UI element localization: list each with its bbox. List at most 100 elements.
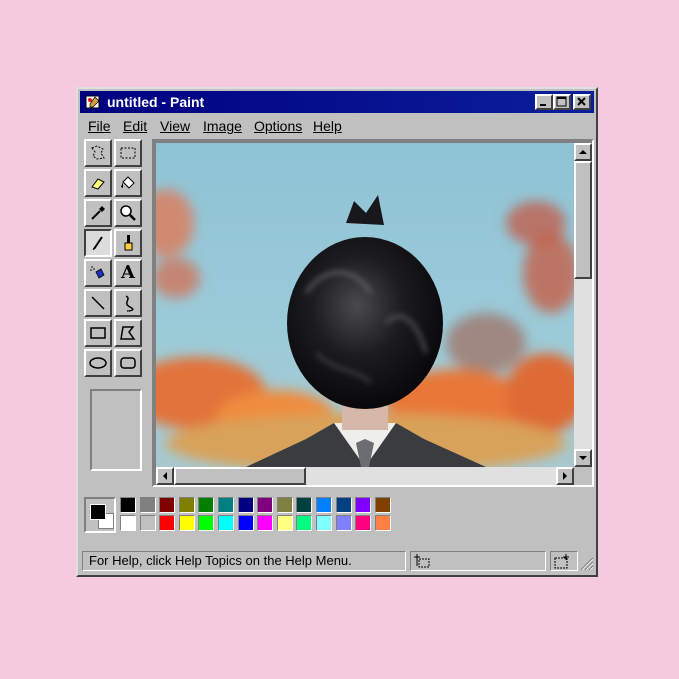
paint-window: untitled - Paint File Edit View Image Op… bbox=[76, 87, 598, 577]
palette-swatch[interactable] bbox=[335, 515, 352, 531]
arrow-left-icon bbox=[163, 472, 167, 480]
airbrush-icon bbox=[90, 266, 105, 279]
palette-swatch[interactable] bbox=[120, 515, 136, 531]
palette-swatch[interactable] bbox=[257, 497, 274, 513]
palette-swatch[interactable] bbox=[178, 497, 195, 513]
palette-swatch[interactable] bbox=[218, 515, 234, 531]
tool-rectangle[interactable] bbox=[84, 319, 112, 347]
menu-image[interactable]: Image bbox=[203, 118, 242, 134]
palette-swatch[interactable] bbox=[276, 497, 293, 513]
palette-swatch[interactable] bbox=[159, 515, 176, 531]
scroll-left-button[interactable] bbox=[156, 467, 174, 485]
brush-icon bbox=[124, 235, 133, 251]
magnifier-icon bbox=[120, 205, 136, 221]
palette-swatch[interactable] bbox=[198, 515, 215, 531]
arrow-up-icon bbox=[579, 150, 587, 154]
menu-bar: File Edit View Image Options Help bbox=[82, 115, 592, 137]
canvas-area bbox=[152, 139, 594, 487]
palette-swatch[interactable] bbox=[237, 497, 254, 513]
tool-text[interactable]: A bbox=[114, 259, 142, 287]
palette-swatch[interactable] bbox=[296, 515, 313, 531]
palette-swatch[interactable] bbox=[276, 515, 293, 531]
foreground-color-swatch[interactable] bbox=[90, 504, 106, 520]
tool-rectangle-select[interactable] bbox=[114, 139, 142, 167]
menu-edit[interactable]: Edit bbox=[123, 118, 147, 134]
tool-polygon[interactable] bbox=[114, 319, 142, 347]
tool-free-form-select[interactable] bbox=[84, 139, 112, 167]
title-bar[interactable]: untitled - Paint bbox=[80, 91, 594, 113]
tool-magnifier[interactable] bbox=[114, 199, 142, 227]
palette-swatch[interactable] bbox=[139, 515, 156, 531]
tool-ellipse[interactable] bbox=[84, 349, 112, 377]
scroll-corner bbox=[574, 467, 592, 485]
menu-file[interactable]: File bbox=[88, 118, 111, 134]
eraser-icon bbox=[91, 178, 105, 190]
tool-color-picker[interactable] bbox=[84, 199, 112, 227]
palette-swatch[interactable] bbox=[237, 515, 254, 531]
status-position-pane bbox=[410, 551, 546, 571]
palette-swatch[interactable] bbox=[159, 497, 176, 513]
drawing-canvas[interactable] bbox=[156, 143, 574, 467]
paint-app-icon bbox=[85, 95, 100, 109]
vertical-scroll-thumb[interactable] bbox=[574, 161, 592, 279]
line-icon bbox=[91, 296, 105, 310]
palette-swatch[interactable] bbox=[374, 497, 391, 513]
cursor-position-icon bbox=[414, 554, 430, 568]
palette-swatch[interactable] bbox=[178, 515, 195, 531]
tool-pencil[interactable] bbox=[84, 229, 112, 257]
polygon-icon bbox=[120, 326, 136, 340]
minimize-icon bbox=[540, 104, 546, 106]
status-bar: For Help, click Help Topics on the Help … bbox=[80, 549, 594, 573]
scroll-up-button[interactable] bbox=[574, 143, 592, 161]
palette-swatch[interactable] bbox=[355, 497, 372, 513]
palette-swatch[interactable] bbox=[355, 515, 372, 531]
tool-box: A bbox=[84, 139, 148, 479]
horizontal-scroll-thumb[interactable] bbox=[174, 467, 306, 485]
tool-rounded-rectangle[interactable] bbox=[114, 349, 142, 377]
palette-swatch[interactable] bbox=[296, 497, 313, 513]
menu-options[interactable]: Options bbox=[254, 118, 302, 134]
palette-swatch[interactable] bbox=[198, 497, 215, 513]
tool-line[interactable] bbox=[84, 289, 112, 317]
menu-help[interactable]: Help bbox=[313, 118, 342, 134]
status-help-text: For Help, click Help Topics on the Help … bbox=[89, 553, 352, 568]
palette-swatch[interactable] bbox=[139, 497, 156, 513]
vertical-scrollbar[interactable] bbox=[574, 143, 592, 467]
tool-airbrush[interactable] bbox=[84, 259, 112, 287]
arrow-down-icon bbox=[579, 456, 587, 460]
current-colors[interactable] bbox=[84, 497, 116, 533]
scroll-right-button[interactable] bbox=[556, 467, 574, 485]
palette-swatch[interactable] bbox=[374, 515, 391, 531]
window-title: untitled - Paint bbox=[107, 94, 205, 110]
maximize-icon bbox=[556, 96, 567, 107]
tool-brush[interactable] bbox=[114, 229, 142, 257]
close-button[interactable] bbox=[573, 94, 591, 110]
palette-swatch[interactable] bbox=[257, 515, 274, 531]
palette-swatch[interactable] bbox=[316, 497, 332, 513]
menu-edit-label: Edit bbox=[123, 118, 148, 134]
menu-view-label: View bbox=[160, 118, 191, 134]
tool-fill-bucket[interactable] bbox=[114, 169, 142, 197]
menu-options-label: Options bbox=[254, 118, 303, 134]
menu-view[interactable]: View bbox=[160, 118, 190, 134]
palette-swatch[interactable] bbox=[218, 497, 234, 513]
rectangle-icon bbox=[90, 327, 106, 339]
palette-swatch[interactable] bbox=[316, 515, 332, 531]
scroll-down-button[interactable] bbox=[574, 449, 592, 467]
palette-swatch[interactable] bbox=[335, 497, 352, 513]
resize-grip-icon[interactable] bbox=[578, 555, 594, 571]
tool-options-panel[interactable] bbox=[90, 389, 142, 471]
palette-swatch[interactable] bbox=[120, 497, 136, 513]
menu-help-label: Help bbox=[313, 118, 342, 134]
minimize-button[interactable] bbox=[535, 94, 553, 110]
selection-size-icon bbox=[554, 554, 569, 569]
menu-image-label: Image bbox=[203, 118, 242, 134]
pencil-icon bbox=[92, 236, 103, 251]
maximize-button[interactable] bbox=[553, 94, 571, 110]
tool-eraser[interactable] bbox=[84, 169, 112, 197]
menu-file-label: File bbox=[88, 118, 111, 134]
free-form-select-icon bbox=[91, 145, 105, 160]
horizontal-scrollbar[interactable] bbox=[156, 467, 574, 485]
tool-curve[interactable] bbox=[114, 289, 142, 317]
rounded-rectangle-icon bbox=[120, 357, 136, 369]
